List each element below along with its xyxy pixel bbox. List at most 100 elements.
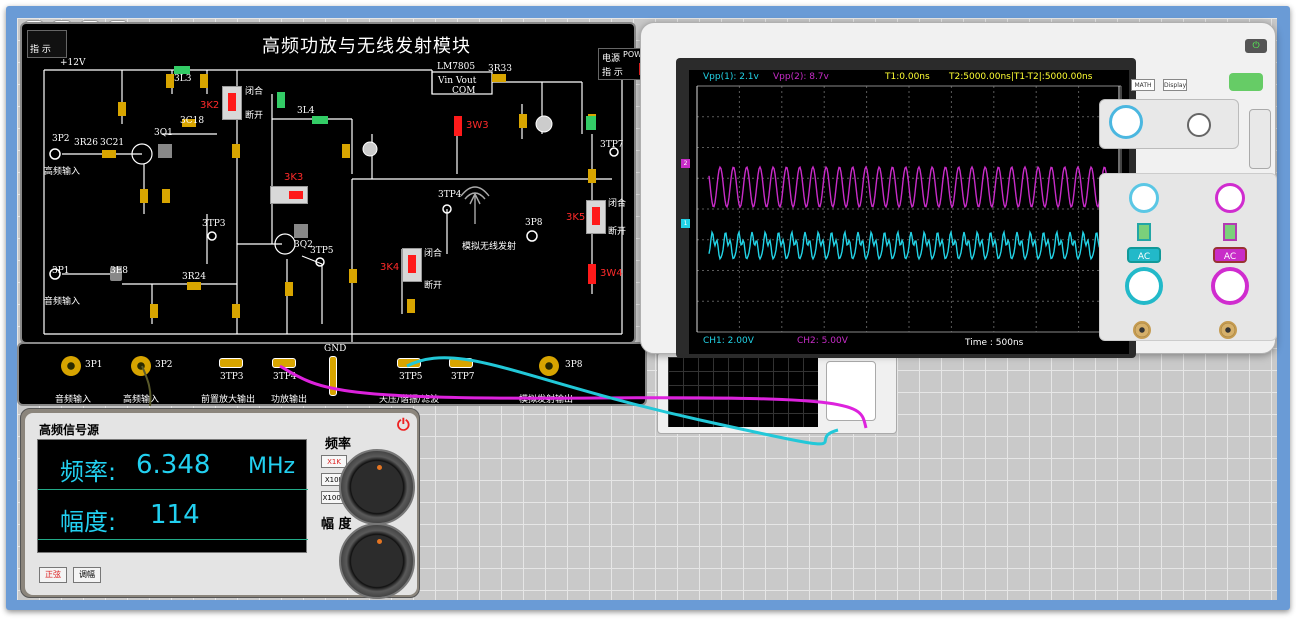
strip-desc-hf: 高频输入: [123, 395, 160, 405]
ch1-marker: 1: [681, 219, 690, 228]
label-3c18: 3C18: [180, 116, 205, 126]
signal-generator-face: 高频信号源 ⏻ 频率: 6.348 MHz 幅度: 114 频率 幅 度 X1K…: [25, 413, 417, 599]
label-3c21: 3C21: [100, 138, 125, 148]
signal-generator-display: 频率: 6.348 MHz 幅度: 114: [37, 439, 308, 553]
mini-scope-panel: [826, 361, 876, 421]
ch1-scale: CH1: 2.00V: [703, 336, 754, 346]
amplitude-label: 幅度:: [60, 508, 117, 536]
ch1-position-knob[interactable]: [1129, 183, 1159, 213]
testpoint-3tp4[interactable]: [272, 358, 296, 368]
circuit-schematic: [43, 66, 623, 344]
supply-label: +12V: [60, 58, 86, 68]
circuit-board: 高频功放与无线发射模块 电源 POWER 指 示 指 示 +12V LM7805…: [20, 22, 654, 344]
label-3k2: 3K2: [200, 100, 220, 111]
jack-3p8[interactable]: [539, 356, 559, 376]
potentiometer-3w4[interactable]: [588, 264, 596, 284]
strip-label-3tp4: 3TP4: [273, 372, 297, 382]
label-3l4: 3L4: [297, 106, 315, 116]
ch2-scale: CH2: 5.00V: [797, 336, 848, 346]
potentiometer-3w3[interactable]: [454, 116, 462, 136]
label-3k4-close: 闭合: [424, 249, 443, 259]
scope-screen: Vpp(1): 2.1v Vpp(2): 8.7v T1:0.00ns T2:5…: [689, 70, 1129, 354]
label-3k5: 3K5: [566, 212, 586, 223]
label-3w3: 3W3: [466, 120, 489, 131]
label-3k5-close: 闭合: [608, 199, 627, 209]
label-3k2-open: 断开: [245, 111, 264, 121]
label-3r33: 3R33: [488, 64, 512, 74]
display-button[interactable]: Display: [1163, 79, 1187, 91]
channel-panel: [1099, 173, 1277, 341]
signal-generator: 高频信号源 ⏻ 频率: 6.348 MHz 幅度: 114 频率 幅 度 X1K…: [20, 408, 420, 599]
label-3p2: 3P2: [52, 134, 70, 144]
ch2-trace: [708, 165, 1116, 209]
jack-3p1[interactable]: [61, 356, 81, 376]
switch-3k5[interactable]: [586, 200, 606, 234]
label-3k4-open: 断开: [424, 281, 443, 291]
ch2-position-knob[interactable]: [1215, 183, 1245, 213]
testpoint-3tp3[interactable]: [219, 358, 243, 368]
ch1-volts-knob[interactable]: [1125, 267, 1163, 305]
t2-readout: T2:5000.00ns|T1-T2|:5000.00ns: [949, 72, 1093, 82]
strip-desc-audio: 音频输入: [55, 395, 92, 405]
cursor2-knob[interactable]: [1187, 113, 1211, 137]
x1k-button[interactable]: X1K: [321, 455, 347, 468]
run-stop-button[interactable]: [1229, 73, 1263, 91]
label-3k2-close: 闭合: [245, 87, 264, 97]
frequency-label: 频率:: [60, 458, 117, 486]
switch-3k3[interactable]: [270, 186, 308, 204]
label-3tp4: 3TP4: [438, 190, 462, 200]
siggen-power-icon[interactable]: ⏻: [397, 417, 413, 433]
t1-readout: T1:0.00ns: [885, 72, 930, 82]
ch2-marker: 2: [681, 159, 690, 168]
strip-label-3tp5: 3TP5: [399, 372, 423, 382]
label-3k3: 3K3: [284, 172, 304, 183]
frequency-value: 6.348: [136, 450, 211, 480]
left-indicator-label: 指 示: [30, 45, 51, 55]
label-3tp7: 3TP7: [600, 140, 624, 150]
ch2-bnc-connector[interactable]: [1219, 321, 1237, 339]
amplitude-knob-label: 幅 度: [321, 517, 352, 532]
ch1-bnc-connector[interactable]: [1133, 321, 1151, 339]
connection-strip: 3P1 3P2 3TP3 3TP4 GND 3TP5 3TP7 3P8 音频输入…: [17, 342, 647, 406]
label-3q2: 3Q2: [294, 240, 313, 250]
regulator-com: COM: [452, 86, 476, 96]
am-button[interactable]: 调幅: [73, 567, 101, 583]
time-scale: Time : 500ns: [965, 338, 1024, 348]
label-hf-input: 高频输入: [44, 167, 81, 177]
amplitude-dial[interactable]: [339, 523, 415, 599]
switch-3k2[interactable]: [222, 86, 242, 120]
regulator-pins: Vin Vout: [438, 76, 477, 86]
frequency-dial[interactable]: [339, 449, 415, 525]
strip-desc-resonance: 天压/谐振/滤波: [379, 395, 440, 405]
regulator-label: LM7805: [437, 62, 476, 72]
testpoint-3tp5[interactable]: [397, 358, 421, 368]
switch-3k4[interactable]: [402, 248, 422, 282]
strip-label-3tp3: 3TP3: [220, 372, 244, 382]
frequency-unit: MHz: [248, 454, 296, 479]
cursor1-knob[interactable]: [1109, 105, 1143, 139]
label-audio-input: 音频输入: [44, 297, 81, 307]
jack-3p2[interactable]: [131, 356, 151, 376]
power-label: 电源: [602, 54, 621, 64]
secondary-oscilloscope: [657, 352, 897, 434]
sine-button[interactable]: 正弦: [39, 567, 67, 583]
ch1-trace: [708, 229, 1116, 261]
vpp2-readout: Vpp(2): 8.7v: [773, 72, 829, 82]
label-antenna: 模拟无线发射: [462, 242, 517, 252]
math-button[interactable]: MATH: [1131, 79, 1155, 91]
oscilloscope: Vpp(1): 2.1v Vpp(2): 8.7v T1:0.00ns T2:5…: [640, 22, 1277, 358]
ch1-ac-button[interactable]: AC: [1127, 247, 1161, 263]
side-buttons[interactable]: [1249, 109, 1271, 169]
label-3l3: 3L3: [174, 74, 192, 84]
ch2-coupling-icon: [1223, 223, 1237, 241]
gnd-connector[interactable]: [329, 356, 337, 396]
strip-label-3p1: 3P1: [85, 360, 103, 370]
mini-scope-screen: [668, 357, 818, 427]
ch2-ac-button[interactable]: AC: [1213, 247, 1247, 263]
testpoint-3tp7[interactable]: [449, 358, 473, 368]
ch2-volts-knob[interactable]: [1211, 267, 1249, 305]
strip-label-3tp7: 3TP7: [451, 372, 475, 382]
strip-label-3p2: 3P2: [155, 360, 173, 370]
label-3tp5: 3TP5: [310, 246, 334, 256]
power-button[interactable]: ⏻: [1245, 39, 1267, 53]
